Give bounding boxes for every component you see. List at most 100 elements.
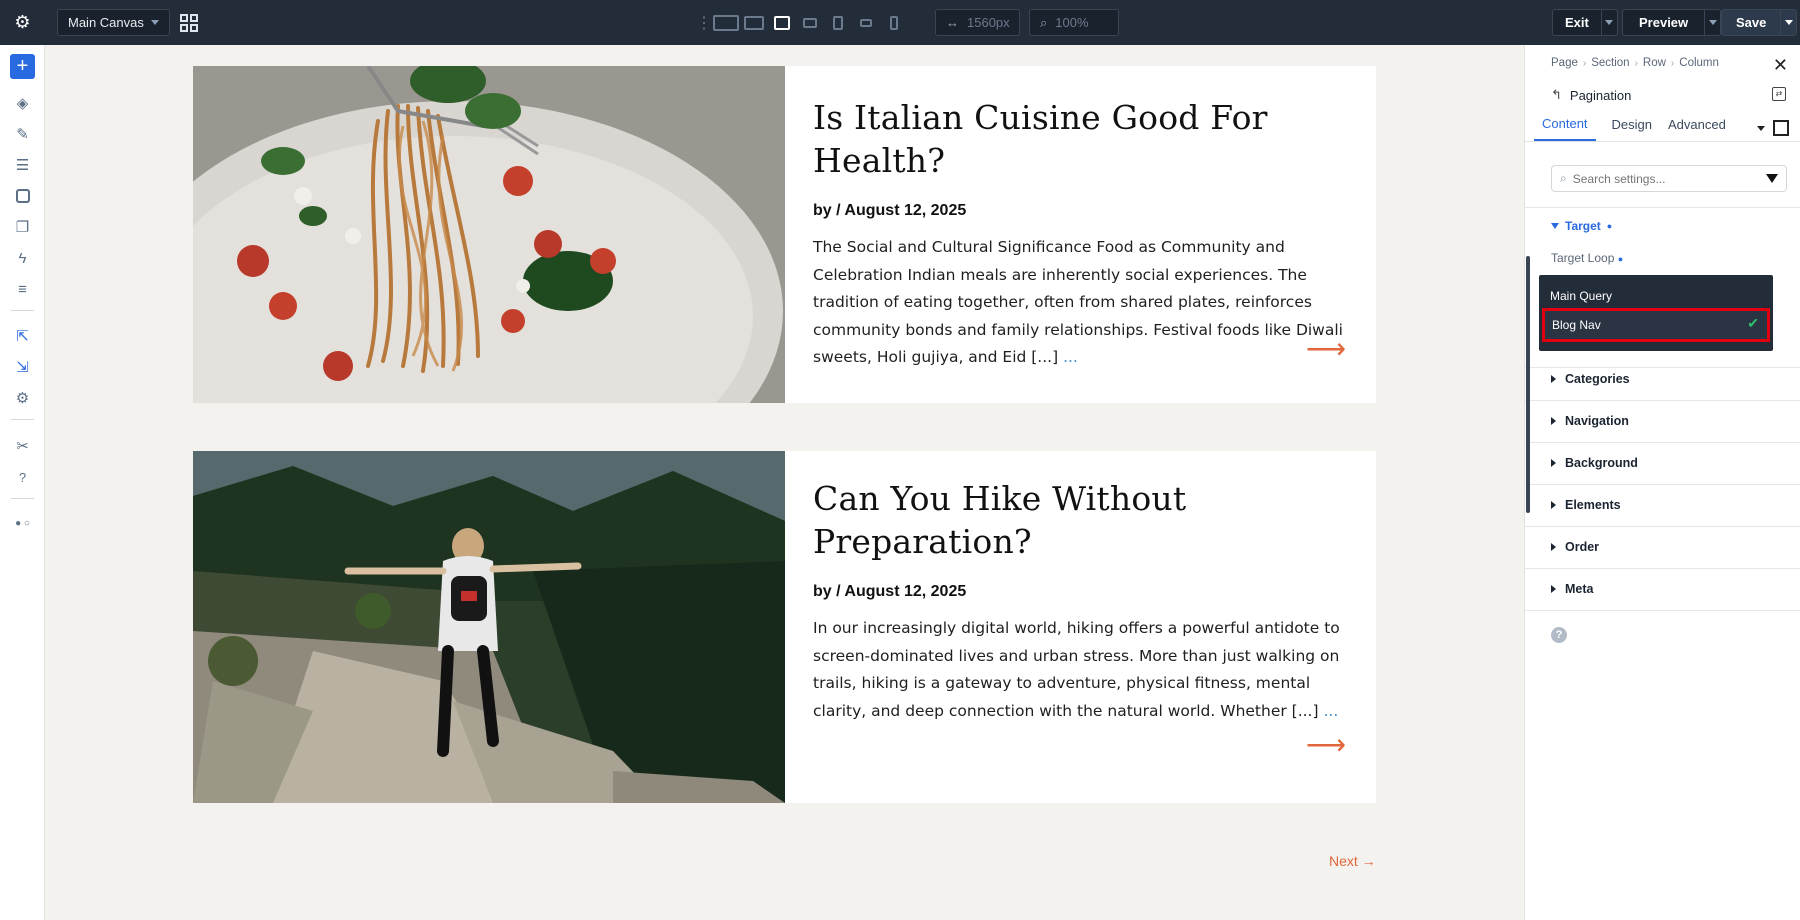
preview-button[interactable]: Preview — [1622, 9, 1722, 36]
lightning-icon[interactable]: ϟ — [0, 246, 45, 270]
group-categories[interactable]: Categories — [1551, 372, 1630, 386]
post-image-spaghetti — [193, 66, 785, 403]
top-toolbar: ⚙ Main Canvas ⋮ ↔ 1560px ⌕ 100% Exit Pre… — [0, 0, 1800, 45]
tab-content[interactable]: Content — [1534, 116, 1596, 141]
settings-tabs: Content Design Advanced — [1525, 107, 1800, 142]
device-mobile-landscape-icon[interactable] — [852, 0, 880, 45]
templates-icon[interactable] — [0, 184, 45, 208]
caret-right-icon — [1551, 501, 1556, 509]
global-styles-icon[interactable]: ✎ — [0, 122, 45, 146]
save-label: Save — [1736, 15, 1767, 30]
canvas-width-value: 1560px — [967, 15, 1010, 30]
element-title-label: Pagination — [1569, 87, 1632, 103]
caret-right-icon — [1551, 459, 1556, 467]
settings-gear-icon[interactable]: ⚙ — [0, 0, 45, 45]
breadcrumb-page[interactable]: Page — [1551, 57, 1578, 69]
element-title: ↰ Pagination — [1551, 87, 1631, 103]
device-desktop-icon[interactable] — [740, 0, 768, 45]
post-meta: by / August 12, 2025 — [813, 202, 967, 219]
chevron-down-icon[interactable] — [1757, 125, 1765, 131]
grid-view-icon[interactable] — [180, 13, 198, 32]
layers-icon[interactable]: ◈ — [0, 91, 45, 115]
caret-right-icon — [1551, 585, 1556, 593]
device-tablet-landscape-icon[interactable] — [796, 0, 824, 45]
close-icon[interactable]: ✕ — [1773, 55, 1788, 76]
post-title[interactable]: Can You Hike Without Preparation? — [813, 477, 1346, 563]
tab-design[interactable]: Design — [1612, 117, 1652, 141]
device-switcher: ⋮ — [696, 0, 908, 45]
group-target-label: Target — [1565, 219, 1601, 233]
modified-dot-icon: ● — [1606, 221, 1613, 231]
preview-dropdown-icon[interactable] — [1704, 10, 1720, 35]
save-button[interactable]: Save — [1721, 9, 1798, 36]
target-loop-text: Target Loop — [1551, 251, 1615, 265]
group-label: Background — [1565, 456, 1638, 470]
caret-right-icon — [1551, 375, 1556, 383]
group-label: Categories — [1565, 372, 1630, 386]
arrow-right-icon[interactable]: ⟶ — [1306, 332, 1346, 365]
device-mobile-portrait-icon[interactable] — [880, 0, 908, 45]
settings-panel: Page › Section › Row › Column ✕ ↰ Pagina… — [1524, 45, 1800, 920]
post-content: Can You Hike Without Preparation? by / A… — [813, 451, 1346, 725]
breadcrumb-column[interactable]: Column — [1679, 57, 1719, 69]
pagination-next-link[interactable]: Next → — [1329, 853, 1376, 869]
save-dropdown-icon[interactable] — [1780, 10, 1796, 35]
tab-extra-controls — [1757, 120, 1789, 136]
target-loop-dropdown: Main Query Blog Nav ✔ — [1539, 275, 1773, 351]
tab-advanced[interactable]: Advanced — [1668, 117, 1726, 141]
back-arrow-icon[interactable]: ↰ — [1551, 87, 1562, 103]
square-icon[interactable] — [1773, 120, 1789, 136]
exit-button[interactable]: Exit — [1552, 9, 1618, 36]
device-tablet-portrait-icon[interactable] — [824, 0, 852, 45]
breadcrumb-section[interactable]: Section — [1591, 57, 1629, 69]
search-input[interactable] — [1572, 171, 1743, 186]
group-target[interactable]: Target ● — [1551, 219, 1612, 233]
group-elements[interactable]: Elements — [1551, 498, 1621, 512]
exit-dropdown-icon[interactable] — [1600, 10, 1617, 35]
device-wide-desktop-icon[interactable] — [712, 0, 740, 45]
read-more-link[interactable]: ... — [1063, 348, 1078, 366]
post-title[interactable]: Is Italian Cuisine Good For Health? — [813, 96, 1346, 182]
multi-select-icon[interactable]: ⇲ — [0, 355, 45, 379]
group-meta[interactable]: Meta — [1551, 582, 1593, 596]
help-icon[interactable]: ? — [0, 465, 45, 489]
group-label: Navigation — [1565, 414, 1629, 428]
filter-icon[interactable] — [1766, 174, 1778, 183]
page-settings-icon[interactable]: ⚙ — [0, 386, 45, 410]
pages-icon[interactable]: ❐ — [0, 215, 45, 239]
group-navigation[interactable]: Navigation — [1551, 414, 1629, 428]
builder-canvas: Is Italian Cuisine Good For Health? by /… — [45, 45, 1524, 920]
tools-icon[interactable]: ✂ — [0, 434, 45, 458]
settings-search[interactable]: ⌕ — [1551, 165, 1787, 192]
add-element-button[interactable]: + — [10, 54, 35, 79]
help-circle-icon[interactable]: ? — [1551, 627, 1567, 643]
post-excerpt-text: The Social and Cultural Significance Foo… — [813, 238, 1343, 366]
cursor-select-icon[interactable]: ⇱ — [0, 324, 45, 348]
search-icon: ⌕ — [1560, 171, 1567, 185]
exit-label: Exit — [1565, 15, 1589, 30]
group-order[interactable]: Order — [1551, 540, 1599, 554]
theme-toggle-icon[interactable]: ● ○ — [0, 511, 45, 535]
caret-right-icon — [1551, 543, 1556, 551]
breadcrumb-row[interactable]: Row — [1643, 57, 1666, 69]
post-card: Is Italian Cuisine Good For Health? by /… — [193, 66, 1376, 403]
group-background[interactable]: Background — [1551, 456, 1638, 470]
canvas-select[interactable]: Main Canvas — [57, 9, 170, 36]
panel-scrollbar[interactable] — [1526, 256, 1530, 513]
dropdown-option-label: Blog Nav — [1552, 318, 1601, 332]
sliders-icon[interactable]: ≡ — [0, 277, 45, 301]
caret-down-icon — [1551, 223, 1559, 229]
database-icon[interactable]: ☰ — [0, 153, 45, 177]
dropdown-option-main-query[interactable]: Main Query — [1550, 289, 1612, 303]
swap-element-icon[interactable]: ⇄ — [1772, 87, 1786, 101]
group-label: Meta — [1565, 582, 1594, 596]
arrow-right-icon[interactable]: ⟶ — [1306, 728, 1346, 761]
more-vertical-icon[interactable]: ⋮ — [696, 13, 712, 33]
canvas-width-field[interactable]: ↔ 1560px — [935, 9, 1020, 36]
device-laptop-icon[interactable] — [768, 0, 796, 45]
group-label: Order — [1565, 540, 1600, 554]
zoom-value: 100% — [1055, 15, 1089, 30]
read-more-link[interactable]: ... — [1323, 702, 1338, 720]
dropdown-option-blog-nav[interactable]: Blog Nav ✔ — [1542, 308, 1770, 342]
zoom-field[interactable]: ⌕ 100% — [1029, 9, 1119, 36]
